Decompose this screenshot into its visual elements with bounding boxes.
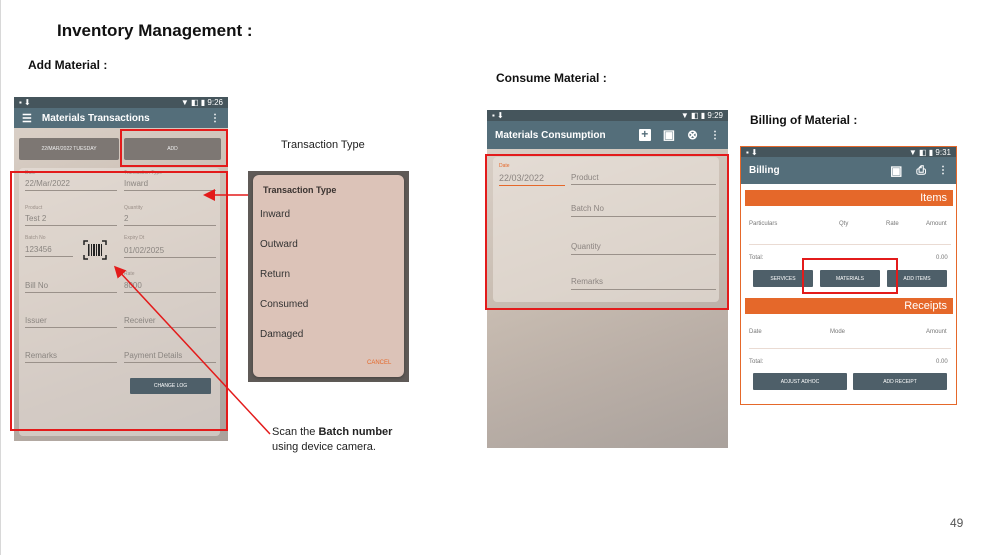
status-right: ▼ ◧ ▮ 9:29: [680, 111, 723, 120]
items-total-label: Total:: [749, 255, 764, 261]
items-divider: [749, 244, 951, 245]
status-right: ▼ ◧ ▮ 9:31: [908, 147, 951, 157]
app-title: Billing: [749, 165, 780, 176]
status-bar: ▪ ⬇ ▼ ◧ ▮ 9:29: [487, 110, 728, 121]
page-number: 49: [950, 516, 964, 530]
status-time: 9:31: [935, 147, 951, 157]
col-amount: Amount: [926, 221, 947, 227]
col-particulars: Particulars: [749, 221, 778, 227]
app-bar: Billing ▣ ⎙ ⋮: [741, 157, 956, 184]
col-mode: Mode: [830, 329, 846, 335]
app-bar: Materials Consumption + ▣ ⊗ ⋮: [487, 121, 728, 149]
notification-icons: ▪ ⬇: [492, 111, 504, 120]
col-qty: Qty: [839, 221, 849, 227]
overflow-menu-icon[interactable]: ⋮: [938, 165, 948, 176]
notification-icons: ▪ ⬇: [746, 147, 758, 157]
status-time: 9:29: [707, 111, 723, 120]
receipts-divider: [749, 348, 951, 349]
billing-content: Items Particulars Qty Rate Amount Total:…: [741, 184, 956, 404]
receipts-total-label: Total:: [749, 359, 764, 365]
highlight-consume-form: [485, 154, 729, 310]
cancel-icon[interactable]: ⊗: [687, 127, 698, 143]
arrow-to-barcode: [113, 265, 271, 435]
highlight-materials-button: [802, 258, 898, 294]
col-date: Date: [749, 329, 762, 335]
col-receipt-amount: Amount: [926, 329, 947, 335]
app-title: Materials Consumption: [495, 129, 606, 141]
items-total-value: 0.00: [936, 255, 948, 261]
add-receipt-button[interactable]: ADD RECEIPT: [853, 373, 947, 390]
save-icon[interactable]: ▣: [663, 127, 675, 143]
add-icon[interactable]: +: [638, 128, 651, 141]
items-header: Items: [745, 190, 953, 206]
status-bar: ▪ ⬇ ▼ ◧ ▮ 9:31: [741, 147, 956, 157]
col-rate: Rate: [886, 221, 899, 227]
adjust-adhoc-button[interactable]: ADJUST ADHOC: [753, 373, 847, 390]
receipts-total-value: 0.00: [936, 359, 948, 365]
receipts-header: Receipts: [745, 298, 953, 314]
print-icon[interactable]: ⎙: [916, 163, 926, 178]
save-icon[interactable]: ▣: [890, 163, 902, 179]
overflow-menu-icon[interactable]: ⋮: [710, 130, 720, 141]
